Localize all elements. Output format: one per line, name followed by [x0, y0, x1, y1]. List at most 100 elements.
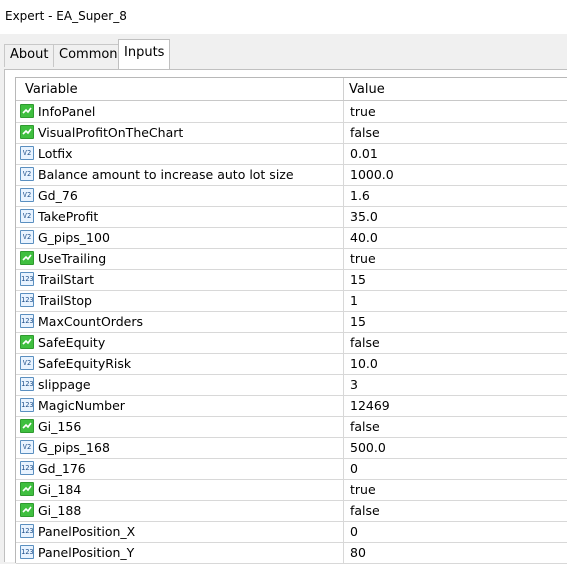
variable-cell: VisualProfitOnTheChart	[16, 122, 344, 143]
variable-cell: 123 PanelPosition_X	[16, 521, 344, 542]
table-row[interactable]: 123 TrailStart 15	[16, 269, 567, 291]
column-header-value[interactable]: Value	[349, 82, 385, 97]
table-row[interactable]: 123 slippage 3	[16, 374, 567, 396]
title-bar: Expert - EA_Super_8	[0, 0, 567, 34]
table-row[interactable]: VisualProfitOnTheChart false	[16, 122, 567, 144]
variable-cell: UseTrailing	[16, 248, 344, 269]
variable-value[interactable]: 40.0	[350, 230, 378, 245]
variable-name: Balance amount to increase auto lot size	[38, 167, 294, 182]
column-header-variable[interactable]: Variable	[25, 82, 78, 97]
variable-value[interactable]: 15	[350, 314, 366, 329]
table-row[interactable]: Gi_156 false	[16, 416, 567, 438]
variable-name: G_pips_100	[38, 230, 110, 245]
table-row[interactable]: Gi_184 true	[16, 479, 567, 501]
variable-value[interactable]: 80	[350, 545, 366, 560]
variable-cell: 123 slippage	[16, 374, 344, 395]
table-row[interactable]: 123 MagicNumber 12469	[16, 395, 567, 417]
variable-name: SafeEquityRisk	[38, 356, 132, 371]
inputs-panel: Variable Value InfoPanel true VisualProfit…	[4, 69, 567, 564]
variable-cell: 123 Gd_176	[16, 458, 344, 479]
variable-name: slippage	[38, 377, 91, 392]
variable-cell: Gi_184	[16, 479, 344, 500]
variable-value[interactable]: 1000.0	[350, 167, 394, 182]
table-row[interactable]: V2 G_pips_100 40.0	[16, 227, 567, 249]
bool-check-icon	[20, 503, 34, 517]
variable-name: InfoPanel	[38, 104, 96, 119]
variable-name: TrailStop	[38, 293, 92, 308]
table-row[interactable]: 123 TrailStop 1	[16, 290, 567, 312]
v2-type-icon: V2	[20, 230, 34, 244]
variable-value[interactable]: true	[350, 104, 376, 119]
variable-value[interactable]: 0.01	[350, 146, 378, 161]
table-row[interactable]: UseTrailing true	[16, 248, 567, 270]
variable-cell: V2 Gd_76	[16, 185, 344, 206]
bool-check-icon	[20, 104, 34, 118]
variable-name: VisualProfitOnTheChart	[38, 125, 184, 140]
variable-name: UseTrailing	[38, 251, 107, 266]
variable-name: Gi_188	[38, 503, 82, 518]
bool-check-icon	[20, 251, 34, 265]
table-row[interactable]: V2 TakeProfit 35.0	[16, 206, 567, 228]
variable-cell: Gi_156	[16, 416, 344, 437]
variable-value[interactable]: false	[350, 335, 380, 350]
variable-value[interactable]: 15	[350, 272, 366, 287]
variable-value[interactable]: 35.0	[350, 209, 378, 224]
column-divider[interactable]	[343, 78, 344, 100]
123-type-icon: 123	[20, 377, 34, 391]
bool-check-icon	[20, 335, 34, 349]
bool-check-icon	[20, 419, 34, 433]
variable-value[interactable]: true	[350, 482, 376, 497]
table-row[interactable]: InfoPanel true	[16, 101, 567, 123]
123-type-icon: 123	[20, 461, 34, 475]
tab-inputs[interactable]: Inputs	[118, 39, 171, 71]
variable-name: Gi_156	[38, 419, 82, 434]
variable-name: TakeProfit	[38, 209, 99, 224]
variable-value[interactable]: false	[350, 125, 380, 140]
bool-check-icon	[20, 482, 34, 496]
variable-name: Gd_176	[38, 461, 86, 476]
variable-value[interactable]: 10.0	[350, 356, 378, 371]
variable-name: SafeEquity	[38, 335, 106, 350]
variable-value[interactable]: 12469	[350, 398, 390, 413]
inputs-grid: Variable Value InfoPanel true VisualProfit…	[15, 77, 567, 564]
table-row[interactable]: 123 MaxCountOrders 15	[16, 311, 567, 333]
variable-cell: V2 Lotfix	[16, 143, 344, 164]
variable-value[interactable]: 1.6	[350, 188, 370, 203]
variable-value[interactable]: 0	[350, 461, 358, 476]
variable-value[interactable]: false	[350, 419, 380, 434]
variable-value[interactable]: 3	[350, 377, 358, 392]
variable-value[interactable]: true	[350, 251, 376, 266]
v2-type-icon: V2	[20, 167, 34, 181]
variable-cell: InfoPanel	[16, 101, 344, 122]
table-row[interactable]: V2 Balance amount to increase auto lot si…	[16, 164, 567, 186]
table-row[interactable]: Gi_188 false	[16, 500, 567, 522]
variable-value[interactable]: 0	[350, 524, 358, 539]
variable-cell: SafeEquity	[16, 332, 344, 353]
table-row[interactable]: 123 Gd_176 0	[16, 458, 567, 480]
variable-name: PanelPosition_X	[38, 524, 136, 539]
123-type-icon: 123	[20, 293, 34, 307]
variable-name: Gi_184	[38, 482, 82, 497]
tab-common[interactable]: Common	[53, 44, 124, 67]
tab-about[interactable]: About	[4, 44, 55, 67]
variable-value[interactable]: 500.0	[350, 440, 386, 455]
table-row[interactable]: V2 Lotfix 0.01	[16, 143, 567, 165]
variable-name: Lotfix	[38, 146, 73, 161]
table-row[interactable]: V2 Gd_76 1.6	[16, 185, 567, 207]
v2-type-icon: V2	[20, 146, 34, 160]
variable-name: TrailStart	[38, 272, 95, 287]
123-type-icon: 123	[20, 314, 34, 328]
bool-check-icon	[20, 125, 34, 139]
v2-type-icon: V2	[20, 356, 34, 370]
table-row[interactable]: V2 SafeEquityRisk 10.0	[16, 353, 567, 375]
table-row[interactable]: V2 G_pips_168 500.0	[16, 437, 567, 459]
variable-value[interactable]: false	[350, 503, 380, 518]
variable-cell: 123 PanelPosition_Y	[16, 542, 344, 563]
grid-header: Variable Value	[16, 78, 567, 101]
variable-cell: V2 SafeEquityRisk	[16, 353, 344, 374]
tab-strip: About Common Inputs	[0, 34, 567, 71]
table-row[interactable]: 123 PanelPosition_X 0	[16, 521, 567, 543]
table-row[interactable]: SafeEquity false	[16, 332, 567, 354]
variable-value[interactable]: 1	[350, 293, 358, 308]
window-title: Expert - EA_Super_8	[5, 9, 127, 23]
